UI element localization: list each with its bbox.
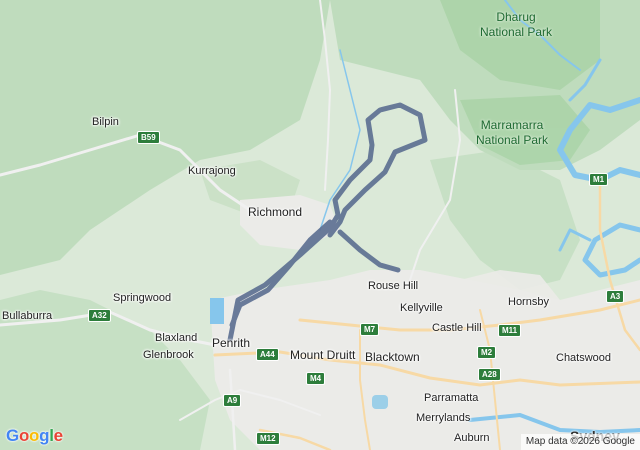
label-marramarra-national-park: Marramarra National Park xyxy=(476,118,549,147)
label-springwood: Springwood xyxy=(113,292,172,304)
label-rouse-hill: Rouse Hill xyxy=(368,280,419,292)
shield-b59: B59 xyxy=(137,131,160,144)
label-bilpin: Bilpin xyxy=(92,116,119,128)
label-mount-druitt: Mount Druitt xyxy=(290,348,356,362)
shield-a32: A32 xyxy=(88,309,111,322)
shield-a9: A9 xyxy=(223,394,242,407)
lake-penrith xyxy=(210,298,224,324)
shield-m4: M4 xyxy=(306,372,326,385)
google-logo-letter: g xyxy=(39,426,50,445)
label-hornsby: Hornsby xyxy=(508,296,549,308)
label-bullaburra: Bullaburra xyxy=(2,310,53,322)
shield-m2: M2 xyxy=(477,346,497,359)
label-kellyville: Kellyville xyxy=(400,302,443,314)
label-richmond: Richmond xyxy=(248,205,303,219)
label-kurrajong: Kurrajong xyxy=(188,165,236,177)
reservoir xyxy=(372,395,388,409)
label-parramatta: Parramatta xyxy=(424,392,479,404)
google-logo-letter: o xyxy=(29,426,40,445)
shield-m12: M12 xyxy=(256,432,280,445)
shield-m11: M11 xyxy=(498,324,522,337)
label-glenbrook: Glenbrook xyxy=(143,349,194,361)
map-canvas[interactable]: Bilpin Kurrajong Richmond Springwood Bul… xyxy=(0,0,640,450)
google-logo-letter: G xyxy=(6,426,19,445)
label-chatswood: Chatswood xyxy=(556,352,612,364)
google-logo[interactable]: Google xyxy=(6,426,63,446)
google-logo-letter: e xyxy=(53,426,63,445)
shield-a3: A3 xyxy=(606,290,625,303)
label-blaxland: Blaxland xyxy=(155,332,198,344)
shield-a44: A44 xyxy=(256,348,279,361)
label-auburn: Auburn xyxy=(454,432,490,444)
shield-m1: M1 xyxy=(589,173,609,186)
label-blacktown: Blacktown xyxy=(365,350,420,364)
google-logo-letter: o xyxy=(18,426,30,445)
label-penrith: Penrith xyxy=(212,336,251,350)
google-logo-text: Google xyxy=(6,426,63,445)
label-dharug-national-park: Dharug National Park xyxy=(480,10,553,39)
label-castle-hill: Castle Hill xyxy=(432,322,482,334)
map-attribution[interactable]: Map data ©2026 Google xyxy=(520,434,640,450)
shield-a28: A28 xyxy=(478,368,501,381)
label-merrylands: Merrylands xyxy=(416,412,471,424)
shield-m7: M7 xyxy=(360,323,380,336)
